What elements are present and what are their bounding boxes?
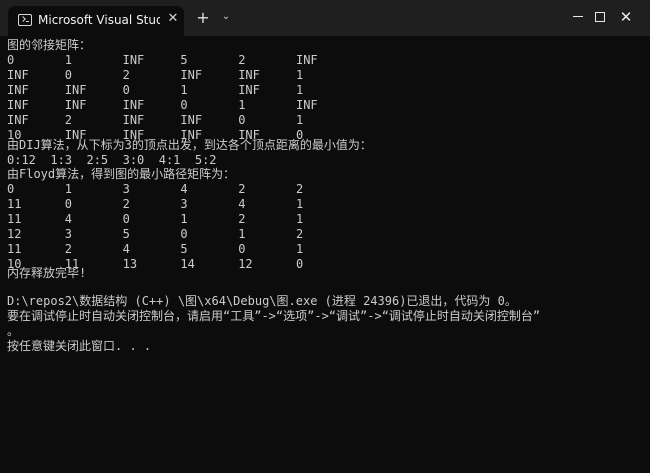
console-line: 由DIJ算法，从下标为3的顶点出发，到达各个顶点距离的最小值为： [7,138,372,152]
terminal-icon [18,14,32,26]
console-line: 12 3 5 0 1 2 [7,227,304,241]
console-line: 图的邻接矩阵： [7,38,92,52]
console-line: INF INF INF 0 1 INF [7,98,318,112]
title-bar: Microsoft Visual Studio 调试控制台 ✕ + ⌄ ✕ [0,0,650,36]
console-line: 0:12 1:3 2:5 3:0 4:1 5:2 [7,153,217,167]
close-button[interactable]: ✕ [604,0,648,34]
tab-title: Microsoft Visual Studio 调试控制台 [38,13,160,27]
console-line: 11 4 0 1 2 1 [7,212,304,226]
tab-dropdown-icon[interactable]: ⌄ [219,10,233,24]
console-line: 0 1 INF 5 2 INF [7,53,318,67]
new-tab-button[interactable]: + [194,9,212,27]
terminal-window: Microsoft Visual Studio 调试控制台 ✕ + ⌄ ✕ 图的… [0,0,650,473]
console-line: 要在调试停止时自动关闭控制台，请启用“工具”->“选项”->“调试”->“调试停… [7,309,541,323]
console-line: 内存释放完毕! [7,266,87,280]
console-line: 0 1 3 4 2 2 [7,182,304,196]
console-line: INF 2 INF INF 0 1 [7,113,304,127]
console-line: 11 2 4 5 0 1 [7,242,304,256]
console-line: 按任意键关闭此窗口. . . [7,339,152,353]
console-line: 由Floyd算法，得到图的最小路径矩阵为： [7,167,236,181]
console-line: 。 [7,324,20,338]
console-line: INF INF 0 1 INF 1 [7,83,304,97]
console-output[interactable]: 图的邻接矩阵： 0 1 INF 5 2 INF INF 0 2 INF INF … [0,36,650,473]
tab-close-icon[interactable]: ✕ [164,10,182,28]
tab-debug-console[interactable]: Microsoft Visual Studio 调试控制台 ✕ [8,6,184,36]
console-line: D:\repos2\数据结构 (C++) \图\x64\Debug\图.exe … [7,294,517,308]
console-line: 11 0 2 3 4 1 [7,197,304,211]
console-line: INF 0 2 INF INF 1 [7,68,304,82]
